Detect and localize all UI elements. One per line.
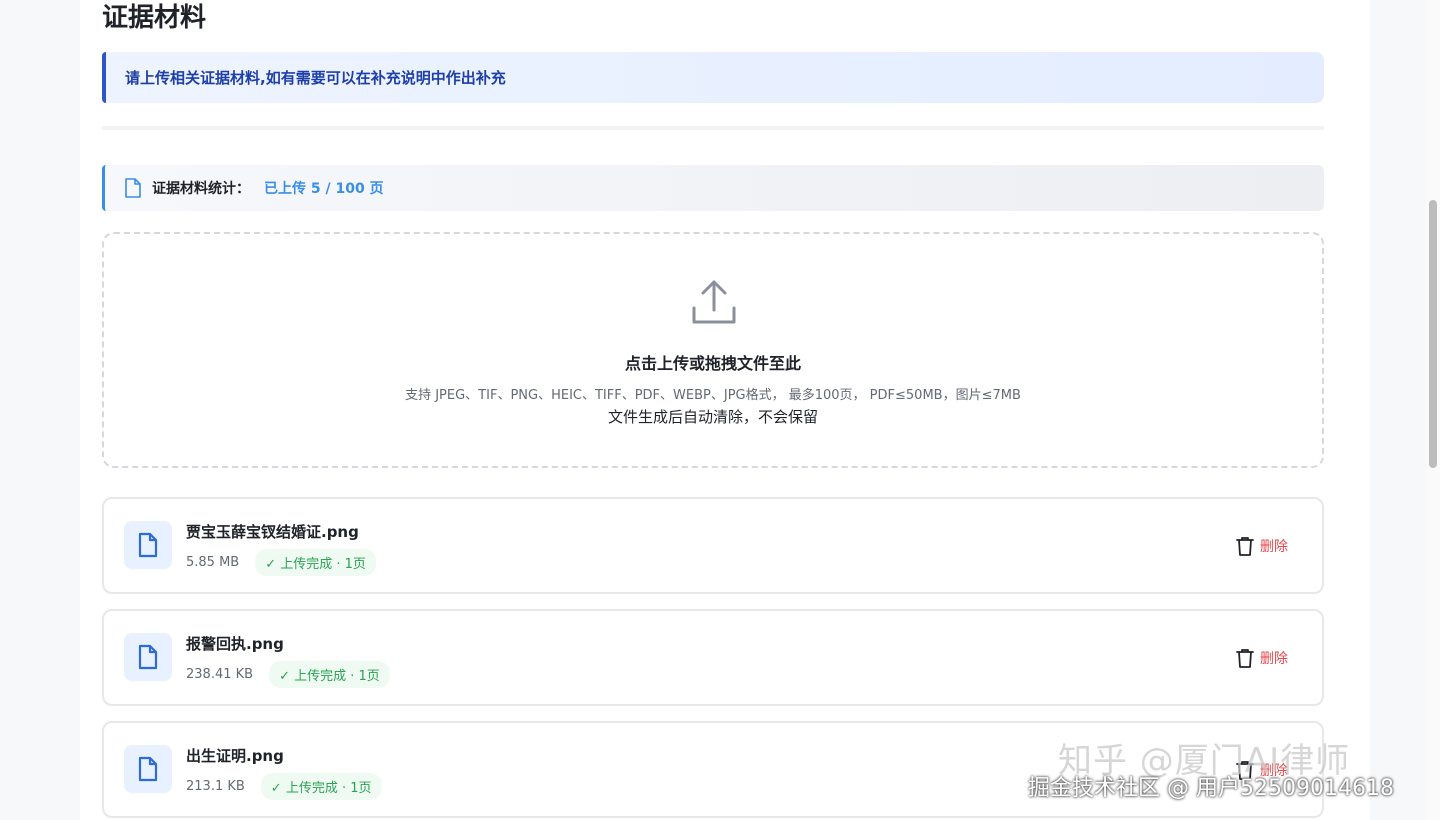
file-icon — [138, 644, 158, 670]
file-icon-box — [124, 745, 172, 793]
status-badge: ✓ 上传完成 · 1页 — [255, 549, 376, 576]
file-icon — [138, 532, 158, 558]
dropzone-title: 点击上传或拖拽文件至此 — [624, 354, 801, 373]
delete-button[interactable]: 删除 — [1236, 536, 1288, 556]
stats-value: 已上传 5 / 100 页 — [264, 181, 384, 197]
upload-dropzone[interactable]: 点击上传或拖拽文件至此 支持 JPEG、TIF、PNG、HEIC、TIFF、PD… — [102, 232, 1324, 468]
file-size: 238.41 KB — [186, 667, 254, 682]
main-panel: 证据材料 请上传相关证据材料,如有需要可以在补充说明中作出补充 证据材料统计： … — [80, 0, 1370, 820]
file-icon-box — [124, 633, 172, 681]
file-meta: 238.41 KB ✓ 上传完成 · 1页 — [186, 661, 390, 688]
file-meta: 5.85 MB ✓ 上传完成 · 1页 — [186, 549, 376, 576]
page-title: 证据材料 — [102, 3, 207, 33]
divider — [102, 126, 1324, 130]
file-name: 贾宝玉薛宝钗结婚证.png — [186, 523, 359, 541]
file-card: 贾宝玉薛宝钗结婚证.png 5.85 MB ✓ 上传完成 · 1页 删除 — [102, 497, 1324, 594]
dropzone-note: 文件生成后自动清除，不会保留 — [607, 408, 818, 426]
file-name: 出生证明.png — [186, 747, 284, 765]
file-size: 5.85 MB — [186, 555, 240, 570]
watermark-juejin: 掘金技术社区 @ 用户52509014618 — [1028, 776, 1394, 801]
trash-icon — [1236, 537, 1254, 556]
trash-icon — [1236, 649, 1254, 668]
status-badge: ✓ 上传完成 · 1页 — [260, 773, 382, 800]
notice-text: 请上传相关证据材料,如有需要可以在补充说明中作出补充 — [125, 69, 506, 87]
scrollbar-thumb[interactable] — [1429, 200, 1437, 468]
stats-bar: 证据材料统计： 已上传 5 / 100 页 — [102, 165, 1324, 211]
file-icon — [138, 756, 158, 782]
delete-label: 删除 — [1260, 539, 1288, 555]
delete-label: 删除 — [1260, 651, 1288, 667]
stats-label: 证据材料统计： — [152, 181, 250, 197]
upload-icon — [692, 280, 736, 324]
status-badge: ✓ 上传完成 · 1页 — [269, 661, 390, 688]
dropzone-formats: 支持 JPEG、TIF、PNG、HEIC、TIFF、PDF、WEBP、JPG格式… — [405, 388, 1021, 403]
scrollbar-track[interactable] — [1426, 0, 1440, 820]
file-name: 报警回执.png — [186, 635, 284, 653]
file-icon-box — [124, 521, 172, 569]
file-meta: 213.1 KB ✓ 上传完成 · 1页 — [186, 773, 382, 800]
file-card: 报警回执.png 238.41 KB ✓ 上传完成 · 1页 删除 — [102, 609, 1324, 706]
document-icon — [125, 178, 141, 198]
delete-button[interactable]: 删除 — [1236, 648, 1288, 668]
notice-banner: 请上传相关证据材料,如有需要可以在补充说明中作出补充 — [102, 52, 1324, 103]
file-size: 213.1 KB — [186, 779, 245, 794]
